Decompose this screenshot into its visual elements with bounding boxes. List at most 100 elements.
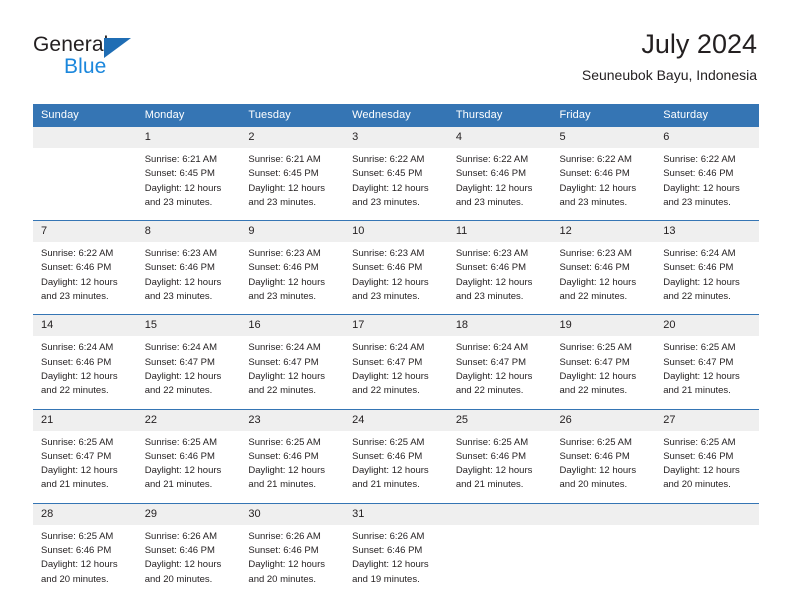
daylight-text: Daylight: 12 hours — [663, 182, 740, 194]
calendar-day-cell[interactable]: 28 Sunrise: 6:25 AM Sunset: 6:46 PM Dayligh… — [33, 502, 137, 597]
calendar-day-cell[interactable]: 3 Sunrise: 6:22 AM Sunset: 6:45 PM Daylight… — [344, 125, 448, 221]
daylight-text-cont: and 20 minutes. — [41, 573, 109, 585]
calendar-day-cell[interactable]: 23 Sunrise: 6:25 AM Sunset: 6:46 PM Dayligh… — [240, 408, 345, 504]
calendar-day-cell[interactable]: 25 Sunrise: 6:25 AM Sunset: 6:46 PM Dayligh… — [447, 408, 552, 504]
day-sun-info: Sunrise: 6:26 AM Sunset: 6:46 PM Daylight:… — [137, 525, 241, 597]
calendar-day-cell[interactable]: 1 Sunrise: 6:21 AM Sunset: 6:45 PM Daylight… — [136, 125, 241, 221]
sunrise-text: Sunrise: 6:26 AM — [248, 530, 321, 542]
calendar-day-cell[interactable]: 22 Sunrise: 6:25 AM Sunset: 6:46 PM Dayligh… — [136, 408, 241, 504]
calendar-grid: Sunday Monday Tuesday Wednesday Thursday Frid… — [33, 104, 759, 597]
day-number: 19 — [551, 315, 656, 337]
day-number: 16 — [240, 315, 345, 337]
sunset-text: Sunset: 6:46 PM — [559, 168, 630, 180]
calendar-day-cell[interactable]: 15 Sunrise: 6:24 AM Sunset: 6:47 PM Dayligh… — [136, 314, 241, 410]
calendar-day-cell-empty — [551, 502, 656, 597]
calendar-day-cell[interactable]: 18 Sunrise: 6:24 AM Sunset: 6:47 PM Dayligh… — [447, 314, 552, 410]
calendar-day-cell[interactable]: 19 Sunrise: 6:25 AM Sunset: 6:47 PM Dayligh… — [551, 314, 656, 410]
logo-triangle-icon — [104, 38, 131, 58]
sunrise-text: Sunrise: 6:26 AM — [144, 530, 218, 542]
day-number: 30 — [240, 503, 345, 525]
daylight-text-cont: and 23 minutes. — [41, 291, 109, 303]
general-blue-logo[interactable]: General Blue — [33, 33, 163, 81]
calendar-day-cell[interactable]: 29 Sunrise: 6:26 AM Sunset: 6:46 PM Dayligh… — [136, 502, 241, 597]
calendar-day-cell[interactable]: 20 Sunrise: 6:25 AM Sunset: 6:47 PM Dayligh… — [655, 314, 759, 410]
day-number: 31 — [344, 503, 448, 525]
calendar-day-cell[interactable]: 9 Sunrise: 6:23 AM Sunset: 6:46 PM Daylight… — [240, 220, 345, 315]
calendar-day-cell[interactable]: 13 Sunrise: 6:24 AM Sunset: 6:46 PM Dayligh… — [655, 220, 759, 315]
logo-text-blue: Blue — [64, 55, 107, 78]
day-sun-info: Sunrise: 6:24 AM Sunset: 6:46 PM Daylight:… — [33, 336, 137, 408]
calendar-day-cell[interactable]: 30 Sunrise: 6:26 AM Sunset: 6:46 PM Dayligh… — [240, 502, 345, 597]
day-number: 14 — [33, 315, 137, 337]
sunset-text: Sunset: 6:46 PM — [248, 262, 319, 274]
sunrise-text: Sunrise: 6:23 AM — [455, 248, 529, 260]
daylight-text: Daylight: 12 hours — [144, 276, 222, 288]
sunrise-text: Sunrise: 6:25 AM — [41, 436, 114, 448]
day-number — [655, 503, 759, 525]
day-sun-info: Sunrise: 6:25 AM Sunset: 6:47 PM Daylight:… — [33, 431, 137, 503]
daylight-text-cont: and 20 minutes. — [248, 573, 317, 585]
daylight-text: Daylight: 12 hours — [248, 559, 325, 571]
sunset-text: Sunset: 6:46 PM — [41, 356, 112, 368]
sunset-text: Sunset: 6:47 PM — [41, 450, 112, 462]
calendar-page: General Blue July 2024 Seuneubok Bayu, I… — [0, 0, 792, 612]
daylight-text-cont: and 23 minutes. — [559, 196, 628, 208]
calendar-day-cell[interactable]: 12 Sunrise: 6:23 AM Sunset: 6:46 PM Dayligh… — [551, 220, 656, 315]
daylight-text-cont: and 21 minutes. — [663, 385, 731, 397]
weekday-header-tuesday: Tuesday — [240, 104, 345, 127]
day-sun-info: Sunrise: 6:24 AM Sunset: 6:47 PM Daylight:… — [448, 336, 552, 408]
sunset-text: Sunset: 6:47 PM — [144, 356, 215, 368]
day-sun-info: Sunrise: 6:24 AM Sunset: 6:47 PM Daylight:… — [137, 336, 241, 408]
calendar-day-cell[interactable]: 10 Sunrise: 6:23 AM Sunset: 6:46 PM Dayligh… — [344, 220, 448, 315]
daylight-text: Daylight: 12 hours — [248, 465, 325, 477]
daylight-text: Daylight: 12 hours — [144, 182, 222, 194]
calendar-day-cell[interactable]: 5 Sunrise: 6:22 AM Sunset: 6:46 PM Daylight… — [551, 125, 656, 221]
day-sun-info: Sunrise: 6:22 AM Sunset: 6:45 PM Daylight:… — [344, 148, 448, 220]
weekday-header-saturday: Saturday — [655, 104, 759, 127]
calendar-day-cell[interactable]: 4 Sunrise: 6:22 AM Sunset: 6:46 PM Daylight… — [447, 125, 552, 221]
calendar-day-cell[interactable]: 6 Sunrise: 6:22 AM Sunset: 6:46 PM Daylight… — [655, 125, 759, 221]
calendar-day-cell[interactable]: 24 Sunrise: 6:25 AM Sunset: 6:46 PM Dayligh… — [344, 408, 448, 504]
daylight-text-cont: and 19 minutes. — [352, 573, 420, 585]
sunrise-text: Sunrise: 6:24 AM — [248, 342, 321, 354]
calendar-day-cell[interactable]: 27 Sunrise: 6:25 AM Sunset: 6:46 PM Dayligh… — [655, 408, 759, 504]
calendar-day-cell[interactable]: 17 Sunrise: 6:24 AM Sunset: 6:47 PM Dayligh… — [344, 314, 448, 410]
sunset-text: Sunset: 6:47 PM — [559, 356, 630, 368]
daylight-text: Daylight: 12 hours — [455, 465, 533, 477]
daylight-text-cont: and 22 minutes. — [559, 291, 628, 303]
daylight-text-cont: and 21 minutes. — [144, 479, 213, 491]
sunset-text: Sunset: 6:46 PM — [144, 262, 215, 274]
calendar-day-cell[interactable]: 14 Sunrise: 6:24 AM Sunset: 6:46 PM Dayligh… — [33, 314, 137, 410]
sunset-text: Sunset: 6:46 PM — [455, 450, 527, 462]
sunset-text: Sunset: 6:46 PM — [352, 545, 423, 557]
calendar-day-cell-empty — [447, 502, 552, 597]
daylight-text: Daylight: 12 hours — [352, 370, 429, 382]
sunset-text: Sunset: 6:46 PM — [559, 262, 630, 274]
day-number: 28 — [33, 503, 137, 525]
day-number: 13 — [655, 221, 759, 243]
calendar-day-cell[interactable]: 8 Sunrise: 6:23 AM Sunset: 6:46 PM Daylight… — [136, 220, 241, 315]
sunset-text: Sunset: 6:47 PM — [248, 356, 319, 368]
calendar-day-cell[interactable]: 2 Sunrise: 6:21 AM Sunset: 6:45 PM Daylight… — [240, 125, 345, 221]
calendar-body: 1 Sunrise: 6:21 AM Sunset: 6:45 PM Daylight… — [33, 125, 759, 597]
calendar-day-cell[interactable]: 31 Sunrise: 6:26 AM Sunset: 6:46 PM Dayligh… — [344, 502, 448, 597]
daylight-text-cont: and 22 minutes. — [41, 385, 109, 397]
calendar-week-row: 14 Sunrise: 6:24 AM Sunset: 6:46 PM Dayligh… — [33, 314, 759, 410]
daylight-text-cont: and 21 minutes. — [248, 479, 317, 491]
calendar-day-cell[interactable]: 26 Sunrise: 6:25 AM Sunset: 6:46 PM Dayligh… — [551, 408, 656, 504]
day-sun-info: Sunrise: 6:24 AM Sunset: 6:46 PM Daylight:… — [655, 242, 759, 314]
calendar-day-cell[interactable]: 16 Sunrise: 6:24 AM Sunset: 6:47 PM Dayligh… — [240, 314, 345, 410]
sunset-text: Sunset: 6:46 PM — [41, 262, 112, 274]
day-sun-info — [655, 525, 759, 583]
day-sun-info: Sunrise: 6:22 AM Sunset: 6:46 PM Daylight:… — [33, 242, 137, 314]
sunrise-text: Sunrise: 6:25 AM — [41, 530, 114, 542]
sunrise-text: Sunrise: 6:24 AM — [455, 342, 529, 354]
calendar-day-cell[interactable]: 11 Sunrise: 6:23 AM Sunset: 6:46 PM Dayligh… — [447, 220, 552, 315]
day-number: 9 — [240, 221, 345, 243]
sunrise-text: Sunrise: 6:25 AM — [663, 342, 736, 354]
sunrise-text: Sunrise: 6:23 AM — [144, 248, 218, 260]
sunset-text: Sunset: 6:46 PM — [559, 450, 630, 462]
day-number: 25 — [447, 409, 552, 431]
calendar-day-cell[interactable]: 21 Sunrise: 6:25 AM Sunset: 6:47 PM Dayligh… — [33, 408, 137, 504]
calendar-day-cell[interactable]: 7 Sunrise: 6:22 AM Sunset: 6:46 PM Daylight… — [33, 220, 137, 315]
